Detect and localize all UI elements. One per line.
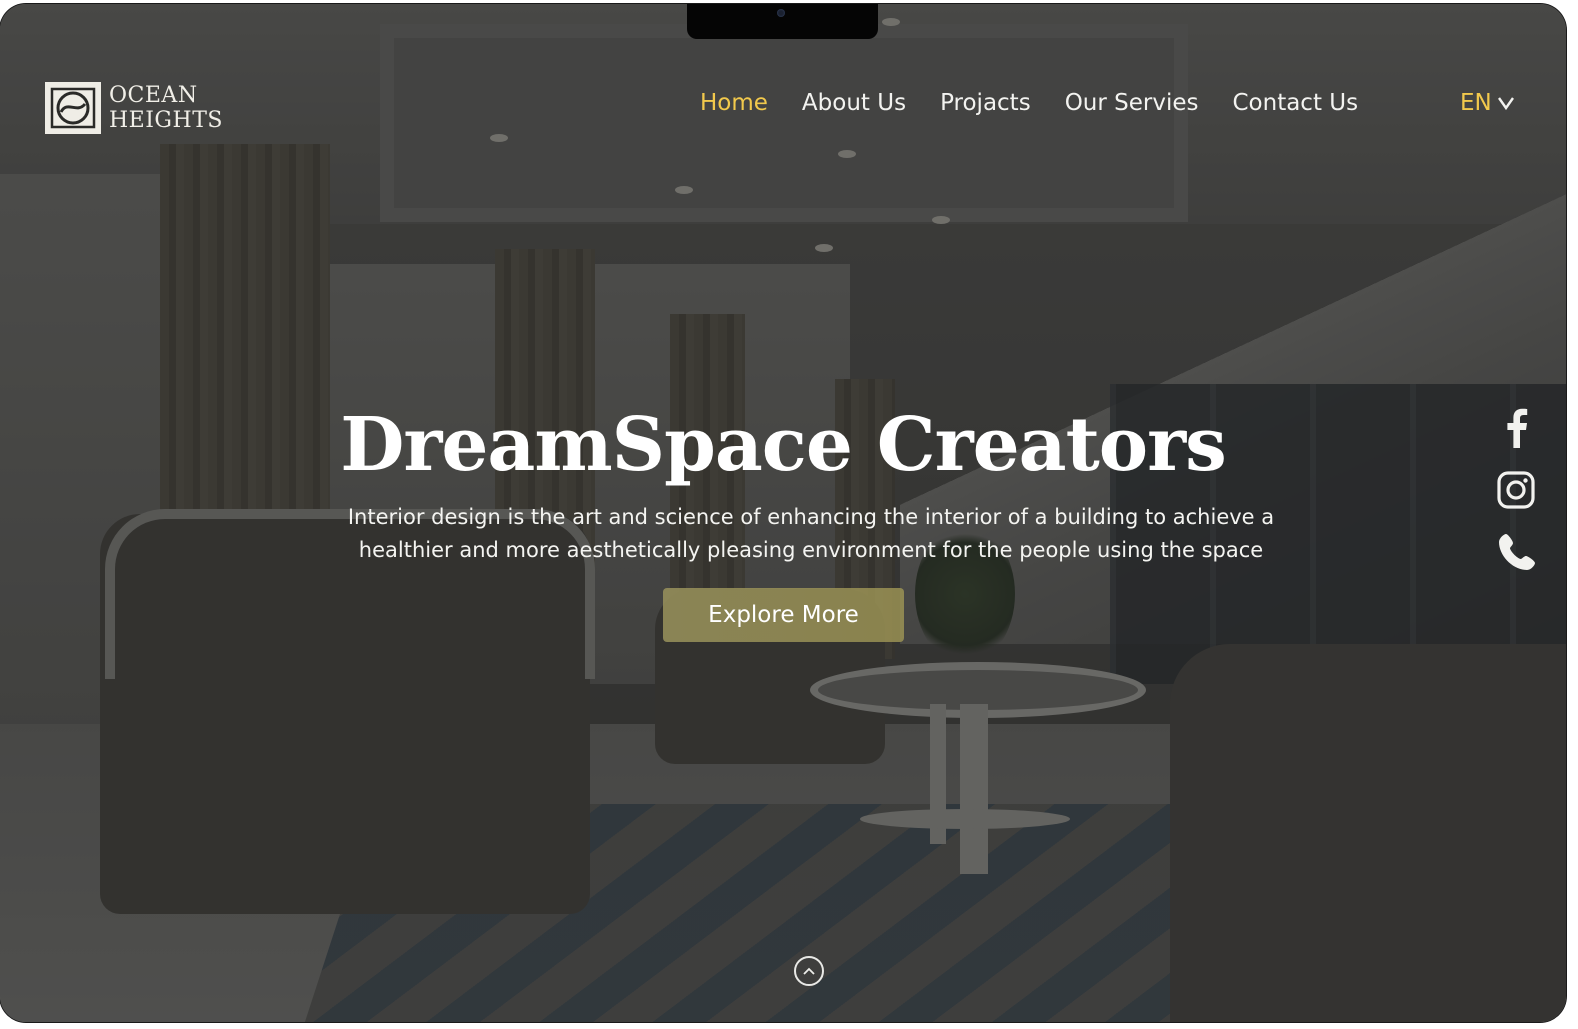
chevron-up-icon — [803, 967, 815, 975]
facebook-icon[interactable] — [1503, 408, 1529, 453]
language-label: EN — [1460, 90, 1492, 116]
brand-name: OCEAN HEIGHTS — [109, 83, 223, 133]
hero-description-line-2: healthier and more aesthetically pleasin… — [358, 538, 1264, 562]
hero-description-line-1: Interior design is the art and science o… — [347, 505, 1275, 529]
nav-home[interactable]: Home — [700, 90, 768, 116]
nav-about-us[interactable]: About Us — [802, 90, 906, 116]
device-frame: OCEAN HEIGHTS Home About Us Projacts Our… — [0, 4, 1566, 1022]
brand-line-1: OCEAN — [109, 83, 198, 108]
chevron-down-icon — [1497, 97, 1514, 111]
camera-icon — [777, 9, 785, 17]
explore-more-button[interactable]: Explore More — [663, 588, 904, 642]
nav-contact-us[interactable]: Contact Us — [1232, 90, 1358, 116]
brand-line-2: HEIGHTS — [109, 108, 223, 133]
nav-services[interactable]: Our Servies — [1065, 90, 1199, 116]
phone-icon[interactable] — [1497, 532, 1537, 577]
brand-logo[interactable]: OCEAN HEIGHTS — [45, 82, 223, 134]
hero-title: DreamSpace Creators — [340, 402, 1227, 488]
language-selector[interactable]: EN — [1460, 90, 1516, 116]
camera-notch — [687, 4, 878, 39]
main-nav: Home About Us Projacts Our Servies Conta… — [700, 90, 1392, 116]
ocean-heights-logo-icon — [45, 82, 101, 134]
nav-projects[interactable]: Projacts — [940, 90, 1031, 116]
hero-description: Interior design is the art and science o… — [323, 501, 1299, 567]
instagram-icon[interactable] — [1497, 471, 1535, 514]
scroll-to-top-button[interactable] — [794, 956, 824, 986]
